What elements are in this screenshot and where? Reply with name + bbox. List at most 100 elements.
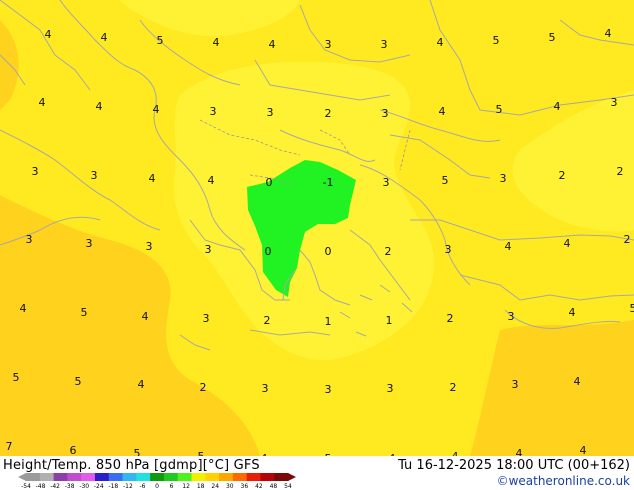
scale-tick-label: 12 <box>182 483 190 489</box>
temperature-label: 4 <box>45 28 52 41</box>
temperature-label: 5 <box>157 34 164 47</box>
scale-segment <box>122 473 137 481</box>
temperature-label: 4 <box>569 306 576 319</box>
scale-tick-label: -38 <box>65 483 75 489</box>
temperature-label: 4 <box>516 447 523 456</box>
temperature-label: 4 <box>269 38 276 51</box>
map-title: Height/Temp. 850 hPa [gdmp][°C] GFS <box>3 458 260 473</box>
temperature-label: 4 <box>208 174 215 187</box>
scale-tick-label: 24 <box>211 483 219 489</box>
scale-tick-label: -48 <box>36 483 46 489</box>
forecast-datetime: Tu 16-12-2025 18:00 UTC (00+162) <box>398 458 630 473</box>
scale-tick-label: 30 <box>226 483 234 489</box>
temperature-label: 2 <box>200 381 207 394</box>
scale-segment <box>274 473 289 481</box>
scale-tick-label: 18 <box>197 483 205 489</box>
scale-segment <box>81 473 96 481</box>
temperature-label: 2 <box>617 165 624 178</box>
scale-segment <box>219 473 234 481</box>
temperature-label: 4 <box>554 100 561 113</box>
temperature-label: 3 <box>210 105 217 118</box>
scale-arrow-right <box>288 473 296 481</box>
scale-tick-label: -54 <box>21 483 31 489</box>
temperature-label: 3 <box>86 237 93 250</box>
scale-arrow-left <box>18 473 26 481</box>
scale-segment <box>205 473 220 481</box>
temperature-label: 5 <box>442 174 449 187</box>
temperature-label: 0 <box>325 245 332 258</box>
temperature-label: 5 <box>134 447 141 456</box>
temperature-label: 4 <box>39 96 46 109</box>
scale-segment <box>191 473 206 481</box>
scale-tick-label: 54 <box>284 483 292 489</box>
scale-segment <box>108 473 124 481</box>
temperature-label: 4 <box>138 378 145 391</box>
scale-segment <box>67 473 82 481</box>
scale-segment <box>246 473 261 481</box>
temperature-label: 4 <box>439 105 446 118</box>
temperature-label: 2 <box>385 245 392 258</box>
scale-tick-label: 0 <box>155 483 159 489</box>
temperature-label: 4 <box>505 240 512 253</box>
temperature-label: 4 <box>564 237 571 250</box>
scale-tick-label: 42 <box>255 483 263 489</box>
temperature-label: 7 <box>6 440 13 453</box>
scale-segment <box>136 473 151 481</box>
temperature-label: 3 <box>387 382 394 395</box>
scale-segment <box>232 473 248 481</box>
temperature-label: 3 <box>382 107 389 120</box>
color-scale: -54 -48 -42 -38 -30 -24 -18 -12 -6 0 6 12 18 24 30 36 42… <box>18 473 296 489</box>
temperature-label: 4 <box>574 375 581 388</box>
scale-segment <box>26 473 41 481</box>
scale-tick-label: 36 <box>241 483 249 489</box>
temperature-map: 4 4 5 4 4 3 3 4 5 5 4 4 4 4 3 3 2 3 4 5 4 3 3 3 4 4 0 -1 3 5 3 2 2 3 3 3 3 0 0… <box>0 0 634 456</box>
temperature-label: 5 <box>493 34 500 47</box>
temperature-label: 3 <box>445 243 452 256</box>
temperature-label: 3 <box>267 106 274 119</box>
temperature-label: 5 <box>630 302 634 315</box>
temperature-label: 2 <box>450 381 457 394</box>
scale-tick-label: 48 <box>270 483 278 489</box>
temperature-label: 4 <box>213 36 220 49</box>
temperature-label: 4 <box>96 100 103 113</box>
scale-segment <box>53 473 68 481</box>
scale-tick-label: -30 <box>79 483 89 489</box>
temperature-label: 3 <box>508 310 515 323</box>
temperature-label: 3 <box>205 243 212 256</box>
temperature-label: 4 <box>101 31 108 44</box>
temperature-label: 3 <box>262 382 269 395</box>
temperature-label: 2 <box>264 314 271 327</box>
temperature-label: 5 <box>549 31 556 44</box>
temperature-label: 4 <box>153 103 160 116</box>
scale-tick-label: -24 <box>94 483 104 489</box>
temperature-label: 0 <box>265 245 272 258</box>
temperature-label: 1 <box>325 315 332 328</box>
temperature-label: 5 <box>81 306 88 319</box>
temperature-label: 3 <box>611 96 618 109</box>
scale-tick-label: -42 <box>50 483 60 489</box>
scale-tick-label: 6 <box>170 483 174 489</box>
scale-segment <box>94 473 110 481</box>
temperature-label: 4 <box>149 172 156 185</box>
credit-link[interactable]: ©weatheronline.co.uk <box>497 474 630 488</box>
temperature-label: 3 <box>325 383 332 396</box>
temperature-label: 2 <box>447 312 454 325</box>
temperature-label: 4 <box>580 444 587 456</box>
scale-segment <box>260 473 275 481</box>
temperature-label: 2 <box>624 233 631 246</box>
temperature-label: 6 <box>70 444 77 456</box>
temperature-label: 4 <box>605 27 612 40</box>
temperature-label: 3 <box>146 240 153 253</box>
scale-tick-label: -6 <box>139 483 145 489</box>
temperature-label: 2 <box>325 107 332 120</box>
temperature-label: 0 <box>266 176 273 189</box>
temperature-label: 3 <box>91 169 98 182</box>
temperature-label: 5 <box>13 371 20 384</box>
temperature-label: 3 <box>381 38 388 51</box>
temperature-label: 5 <box>496 103 503 116</box>
temperature-label: 3 <box>203 312 210 325</box>
scale-segment <box>150 473 165 481</box>
temperature-label: 4 <box>142 310 149 323</box>
scale-segment <box>163 473 179 481</box>
temperature-label: 2 <box>559 169 566 182</box>
